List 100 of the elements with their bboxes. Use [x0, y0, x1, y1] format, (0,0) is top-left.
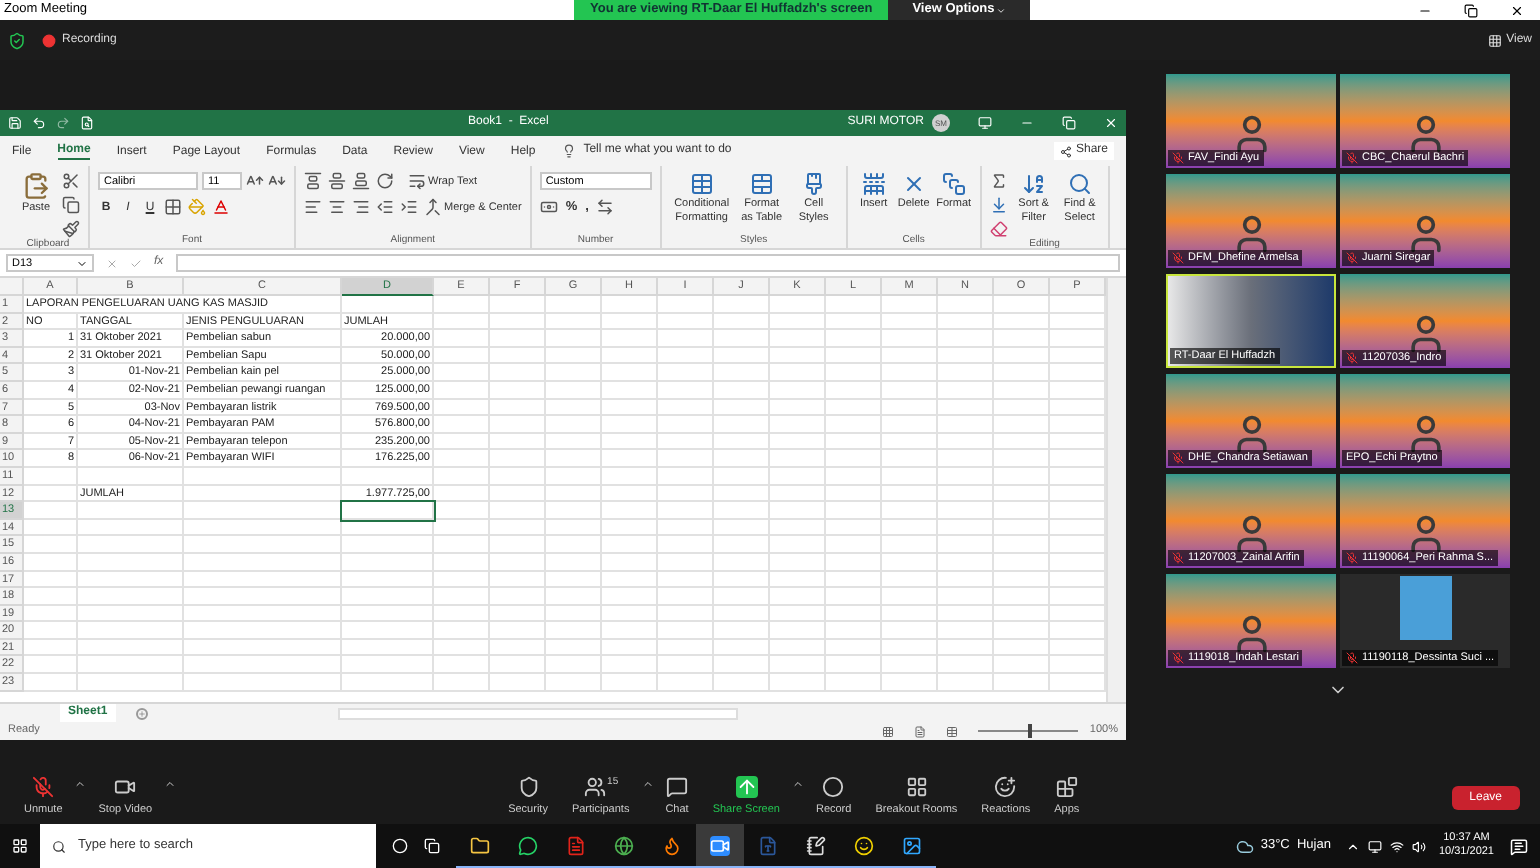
grid-cell[interactable]	[342, 553, 434, 571]
grid-cell[interactable]	[714, 553, 770, 571]
grid-cell[interactable]	[938, 296, 994, 314]
grid-cell[interactable]	[882, 502, 938, 520]
grid-cell[interactable]	[184, 536, 342, 554]
grid-cell[interactable]	[434, 656, 490, 675]
grid-cell[interactable]	[490, 622, 546, 640]
grid-cell[interactable]	[882, 364, 938, 382]
grid-cell[interactable]	[78, 467, 184, 486]
grid-cell[interactable]	[490, 450, 546, 468]
grid-cell[interactable]	[546, 519, 602, 537]
grid-cell[interactable]	[602, 433, 658, 451]
grid-cell[interactable]	[546, 622, 602, 640]
grid-cell[interactable]	[826, 674, 882, 692]
grid-cell[interactable]	[434, 588, 490, 606]
grid-cell[interactable]	[938, 536, 994, 554]
grid-cell[interactable]	[546, 381, 602, 400]
grid-cell[interactable]	[546, 364, 602, 382]
grid-cell[interactable]	[658, 605, 714, 623]
grid-cell[interactable]	[994, 674, 1050, 692]
enter-icon[interactable]	[130, 257, 142, 269]
restore-icon[interactable]	[1464, 3, 1478, 17]
grid-cell[interactable]	[658, 450, 714, 468]
grid-cell[interactable]	[546, 433, 602, 451]
grid-cell[interactable]	[434, 674, 490, 692]
grid-cell[interactable]	[882, 485, 938, 503]
grid-cell[interactable]	[602, 571, 658, 589]
grid-cell[interactable]	[770, 399, 826, 417]
grid-cell[interactable]	[826, 416, 882, 434]
grid-cell[interactable]	[938, 656, 994, 675]
grid-cell[interactable]	[490, 639, 546, 657]
page-layout-icon[interactable]	[913, 725, 926, 737]
grid-cell[interactable]	[546, 467, 602, 486]
zoom-thumb[interactable]	[1027, 724, 1032, 738]
grid-cell[interactable]	[434, 450, 490, 468]
grid-cell[interactable]	[882, 381, 938, 400]
grid-cell[interactable]	[938, 330, 994, 348]
border-icon[interactable]	[164, 198, 182, 216]
grid-cell[interactable]	[24, 536, 78, 554]
grid-cell[interactable]	[546, 450, 602, 468]
caret-icon[interactable]	[164, 777, 177, 790]
grid-cell[interactable]	[714, 674, 770, 692]
grid-cell[interactable]	[546, 588, 602, 606]
grid-cell[interactable]	[826, 330, 882, 348]
grid-cell[interactable]	[882, 519, 938, 537]
grid-cell[interactable]	[882, 674, 938, 692]
grid-cell[interactable]	[770, 364, 826, 382]
grid-cell[interactable]	[826, 399, 882, 417]
grid-cell[interactable]	[490, 588, 546, 606]
grid-cell[interactable]	[184, 605, 342, 623]
grid-cell[interactable]	[994, 399, 1050, 417]
grid-cell[interactable]	[602, 296, 658, 314]
grid-cell[interactable]	[24, 502, 78, 520]
align-bottom-icon[interactable]	[352, 172, 370, 190]
grid-cell[interactable]	[78, 656, 184, 675]
grid-cell[interactable]	[994, 467, 1050, 486]
grid-cell[interactable]	[658, 519, 714, 537]
grid-cell[interactable]	[78, 605, 184, 623]
grid-cell[interactable]	[490, 433, 546, 451]
grow-font-icon[interactable]	[246, 172, 264, 190]
grid-cell[interactable]	[490, 381, 546, 400]
grid-cell[interactable]	[714, 381, 770, 400]
grid-cell[interactable]	[826, 313, 882, 331]
cancel-icon[interactable]	[106, 257, 118, 269]
grid-cell[interactable]	[602, 364, 658, 382]
grid-cell[interactable]	[78, 588, 184, 606]
grid-cell[interactable]	[714, 588, 770, 606]
grid-cell[interactable]	[938, 364, 994, 382]
grid-cell[interactable]	[78, 639, 184, 657]
globe-icon[interactable]	[614, 835, 634, 855]
grid-cell[interactable]	[184, 674, 342, 692]
grid-cell[interactable]	[770, 605, 826, 623]
grid-cell[interactable]	[434, 467, 490, 486]
grid-cell[interactable]	[826, 364, 882, 382]
grid-cell[interactable]	[826, 433, 882, 451]
grid-cell[interactable]	[938, 467, 994, 486]
grid-cell[interactable]	[490, 347, 546, 365]
align-middle-icon[interactable]	[328, 172, 346, 190]
grid-cell[interactable]	[994, 571, 1050, 589]
grid-cell[interactable]	[342, 588, 434, 606]
grid-cell[interactable]	[546, 536, 602, 554]
grid-cell[interactable]	[490, 416, 546, 434]
taskbar-app[interactable]	[696, 824, 744, 868]
grid-cell[interactable]	[994, 502, 1050, 520]
grid-cell[interactable]	[602, 467, 658, 486]
grid-cell[interactable]	[434, 296, 490, 314]
grid-cell[interactable]	[24, 485, 78, 503]
grid-cell[interactable]	[546, 330, 602, 348]
grid-cell[interactable]	[770, 416, 826, 434]
notepad-icon[interactable]	[806, 835, 826, 855]
grid-cell[interactable]	[658, 536, 714, 554]
font-color-icon[interactable]	[212, 198, 230, 216]
grid-cell[interactable]	[714, 485, 770, 503]
grid-cell[interactable]	[714, 364, 770, 382]
grid-cell[interactable]	[826, 502, 882, 520]
grid-cell[interactable]	[602, 674, 658, 692]
horizontal-scrollbar[interactable]	[337, 707, 738, 719]
grid-cell[interactable]	[658, 674, 714, 692]
currency-icon[interactable]	[539, 198, 558, 216]
grid-cell[interactable]	[342, 639, 434, 657]
